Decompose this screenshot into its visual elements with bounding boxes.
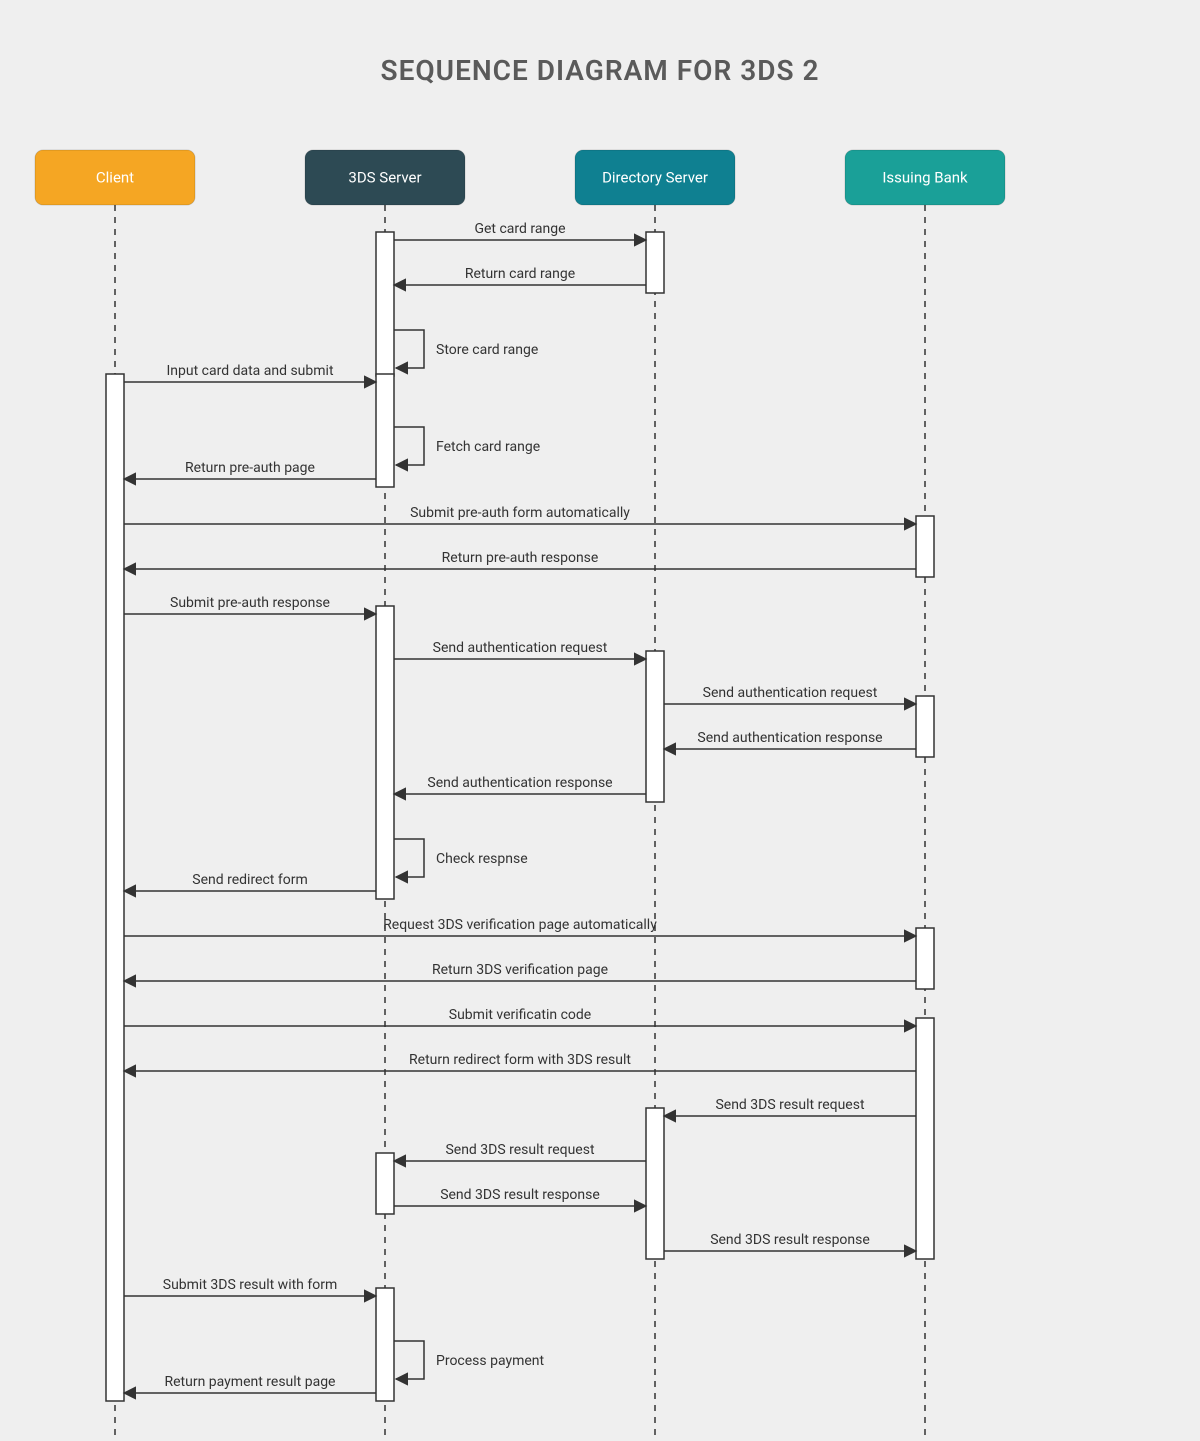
self-msg-arrow: [394, 330, 424, 368]
msg-label: Check respnse: [436, 851, 528, 867]
msg-label: Return 3DS verification page: [432, 962, 608, 978]
msg-label: Send 3DS result request: [715, 1097, 864, 1113]
msg-label: Send 3DS result request: [445, 1142, 594, 1158]
activation-bank: [916, 696, 934, 757]
activation-bank: [916, 928, 934, 989]
msg-label: Submit pre-auth form automatically: [410, 505, 630, 521]
self-msg-arrow: [394, 839, 424, 877]
activation-bank: [916, 1018, 934, 1259]
msg-label: Send authentication response: [427, 775, 612, 791]
msg-label: Send 3DS result response: [440, 1187, 600, 1203]
msg-label: Return redirect form with 3DS result: [409, 1052, 631, 1068]
self-msg-arrow: [394, 1341, 424, 1379]
msg-label: Store card range: [436, 342, 538, 358]
msg-label: Return pre-auth page: [185, 460, 315, 476]
participant-label-3ds: 3DS Server: [348, 168, 421, 186]
diagram-title: SEQUENCE DIAGRAM FOR 3DS 2: [381, 54, 820, 87]
msg-label: Return pre-auth response: [442, 550, 599, 566]
activation-bank: [916, 516, 934, 577]
activation-3ds: [376, 606, 394, 899]
activation-3ds: [376, 374, 394, 487]
msg-label: Process payment: [436, 1353, 545, 1369]
msg-label: Get card range: [474, 221, 565, 237]
self-msg-arrow: [394, 427, 424, 465]
msg-label: Return card range: [465, 266, 575, 282]
activation-dir: [646, 232, 664, 293]
activation-3ds: [376, 1153, 394, 1214]
msg-label: Submit pre-auth response: [170, 595, 330, 611]
participant-label-bank: Issuing Bank: [882, 168, 968, 186]
msg-label: Request 3DS verification page automatica…: [383, 917, 657, 933]
msg-label: Send authentication response: [697, 730, 882, 746]
msg-label: Submit verificatin code: [449, 1007, 591, 1023]
participant-label-dir: Directory Server: [602, 168, 708, 186]
activation-dir: [646, 1108, 664, 1259]
activation-3ds: [376, 232, 394, 376]
sequence-diagram: SEQUENCE DIAGRAM FOR 3DS 2 Client 3DS Ser…: [0, 0, 1200, 1441]
activation-dir: [646, 651, 664, 802]
msg-label: Return payment result page: [165, 1374, 336, 1390]
msg-label: Submit 3DS result with form: [163, 1277, 337, 1293]
activation-3ds: [376, 1288, 394, 1401]
activation-client: [106, 374, 124, 1401]
msg-label: Send redirect form: [192, 872, 307, 888]
msg-label: Fetch card range: [436, 439, 540, 455]
msg-label: Send authentication request: [703, 685, 878, 701]
msg-label: Input card data and submit: [166, 363, 333, 379]
participant-label-client: Client: [96, 168, 134, 186]
msg-label: Send authentication request: [433, 640, 608, 656]
msg-label: Send 3DS result response: [710, 1232, 870, 1248]
